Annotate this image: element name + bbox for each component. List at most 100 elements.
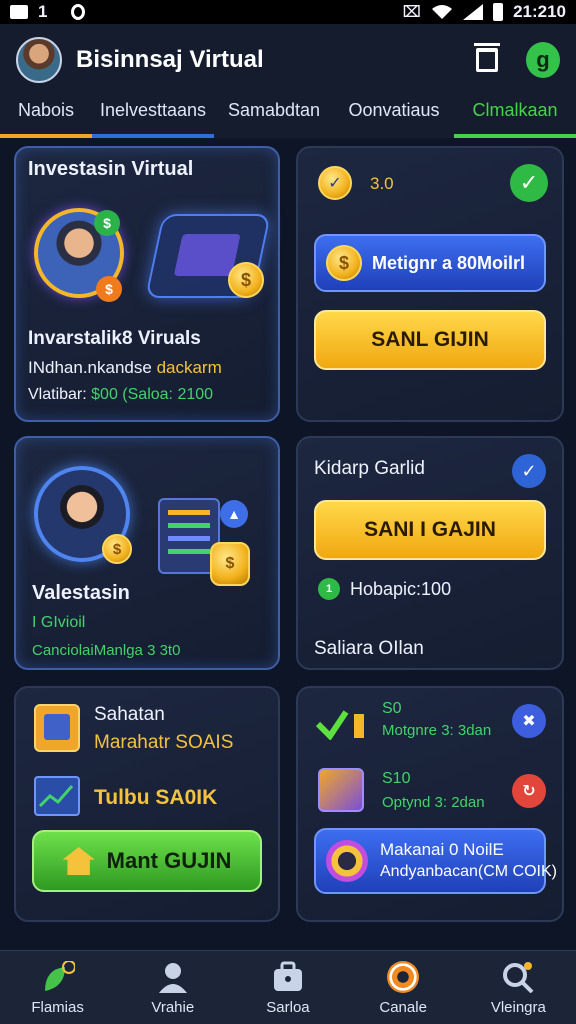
stats-cube-icon: [318, 768, 364, 812]
trash-icon: [474, 43, 500, 72]
dollar-badge-icon: $: [102, 534, 132, 564]
card-title: Valestasin: [32, 582, 130, 604]
card-title: Sahatan: [94, 704, 165, 725]
tab-samabdtan[interactable]: Samabdtan: [214, 96, 334, 138]
blue-check-icon[interactable]: ✓: [512, 454, 546, 488]
button-label: Makanai 0 NoilE: [380, 840, 504, 859]
row-value: S0: [382, 700, 402, 717]
bottom-nav: Flamias Vrahie Sarloa Canale Vleingra: [0, 950, 576, 1024]
image-notification-icon: [10, 5, 28, 19]
chart-line-icon: [38, 785, 74, 808]
battery-icon: [493, 3, 504, 21]
card-title: Investasin Virtual: [28, 158, 194, 180]
tab-clmalkaan[interactable]: Clmalkaan: [454, 96, 576, 138]
signal-icon: [463, 4, 484, 20]
card-subtitle: Invarstalik8 Viruals: [28, 328, 201, 349]
nav-label: Flamias: [31, 999, 84, 1016]
tab-label: Oonvatiaus: [348, 100, 440, 120]
tab-underline: [454, 134, 576, 138]
row-label: Hobapic:100: [350, 579, 452, 599]
page-title: Bisinnsaj Virtual: [76, 46, 264, 73]
dollar-badge-icon: $: [94, 210, 120, 236]
person-icon: [156, 961, 190, 993]
check-chart-icon: [315, 710, 364, 741]
status-left-text: 1: [38, 2, 48, 21]
tab-label: Inelvesttaans: [99, 100, 207, 120]
tab-underline: [92, 134, 214, 138]
nav-item-vrahie[interactable]: Vrahie: [115, 951, 230, 1024]
card-line: CanciolaiManlga 3 3t0: [32, 642, 181, 659]
dollar-badge-icon: $: [96, 276, 122, 302]
investment-card[interactable]: Investasin Virtual $ $ $ Invarstalik8 Vi…: [14, 146, 280, 422]
card-value: 3.0: [370, 174, 394, 193]
tab-bar: Nabois Inelvesttaans Samabdtan Oonvatiau…: [0, 96, 576, 138]
status-bar: 1 ⌧ 21:210: [0, 0, 576, 24]
tab-nabois[interactable]: Nabois: [0, 96, 92, 138]
gold-coin-icon: $: [326, 245, 362, 281]
briefcase-icon: [271, 961, 305, 993]
tab-label: Clmalkaan: [472, 100, 558, 120]
button-label: Mant GUJIN: [106, 848, 232, 873]
button-label: Metignr a 80Moilrl: [372, 252, 526, 273]
status-right: ⌧ 21:210: [403, 2, 566, 22]
mant-gujin-button[interactable]: Mant GUJIN: [32, 830, 262, 892]
claim-card: ✓ 3.0 ✓ $ Metignr a 80Moilrl SANL GIJIN: [296, 146, 564, 422]
tab-label: Nabois: [17, 100, 75, 120]
avatar[interactable]: [16, 37, 62, 83]
nav-label: Vleingra: [490, 999, 546, 1016]
card-title: Kidarp Garlid: [314, 458, 425, 479]
red-alert-icon[interactable]: ↻: [512, 774, 546, 808]
row-label: Motgnre 3: 3dan: [382, 722, 492, 739]
card-footer: Saliara OIlan: [314, 638, 424, 659]
plant-icon: [41, 961, 75, 993]
makanai-button[interactable]: Makanai 0 NoilE Andyanbacan(CM COIK): [314, 828, 557, 894]
card-line: Marahatr SOAIS: [94, 732, 234, 753]
status-left: 1: [10, 2, 86, 22]
notification-ring-icon: [71, 4, 86, 20]
valestasin-card[interactable]: $ ▲ $ Valestasin I GIvioil CanciolaiManl…: [14, 436, 280, 670]
sani-gajin-button[interactable]: SANI I GAJIN: [314, 500, 546, 560]
shuffle-icon[interactable]: ✖: [512, 704, 546, 738]
green-status-icon: g: [526, 42, 560, 78]
search-icon: [501, 961, 535, 993]
nav-label: Sarloa: [266, 999, 310, 1016]
green-check-icon[interactable]: ✓: [510, 164, 548, 202]
card-line: INdhan.nkandse dackarm: [28, 358, 222, 378]
nav-item-vleingra[interactable]: Vleingra: [461, 951, 576, 1024]
arrow-up-badge-icon: ▲: [220, 500, 248, 528]
card-line-highlight: dackarm: [156, 358, 222, 377]
card-line: Vlatibar: $00 (Saloa: 2100: [28, 386, 213, 404]
green-dot-icon: 1: [318, 578, 340, 600]
button-label: SANI I GAJIN: [364, 518, 496, 541]
tab-inelvesttaans[interactable]: Inelvesttaans: [92, 96, 214, 138]
nav-label: Vrahie: [151, 999, 195, 1016]
tab-label: Samabdtan: [227, 100, 321, 120]
target-coin-icon: [386, 961, 420, 993]
gold-badge-icon: ✓: [318, 166, 352, 200]
growth-arrow-icon: [315, 706, 368, 741]
button-label: SANL GIJIN: [371, 328, 489, 351]
card-line-text: Vlatibar:: [28, 386, 87, 403]
profile-badge-button[interactable]: g: [526, 42, 560, 78]
house-icon: [62, 847, 95, 875]
metignr-button[interactable]: $ Metignr a 80Moilrl: [314, 234, 546, 292]
status-time: 21:210: [513, 2, 566, 21]
kidarp-card: Kidarp Garlid ✓ SANI I GAJIN 1 Hobapic:1…: [296, 436, 564, 670]
gold-coin-icon: $: [228, 262, 264, 298]
chart-screen-icon: [34, 776, 80, 816]
sanl-gijin-button[interactable]: SANL GIJIN: [314, 310, 546, 370]
button-sublabel: Andyanbacan(CM COIK): [380, 863, 557, 880]
progress-card: S0 Motgnre 3: 3dan ✖ S10 Optynd 3: 2dan …: [296, 686, 564, 922]
document-folder-icon: [34, 704, 80, 752]
coin-stack-icon: $: [210, 542, 250, 586]
trash-button[interactable]: [470, 43, 504, 77]
nav-item-flamias[interactable]: Flamias: [0, 951, 115, 1024]
tab-oonvatiaus[interactable]: Oonvatiaus: [334, 96, 454, 138]
tab-underline: [0, 134, 92, 138]
row-value: S10: [382, 770, 411, 787]
target-coin-icon: [326, 840, 368, 882]
nav-item-sarloa[interactable]: Sarloa: [230, 951, 345, 1024]
mute-icon: ⌧: [402, 4, 422, 21]
card-line: I GIvioil: [32, 614, 86, 631]
nav-item-canale[interactable]: Canale: [346, 951, 461, 1024]
